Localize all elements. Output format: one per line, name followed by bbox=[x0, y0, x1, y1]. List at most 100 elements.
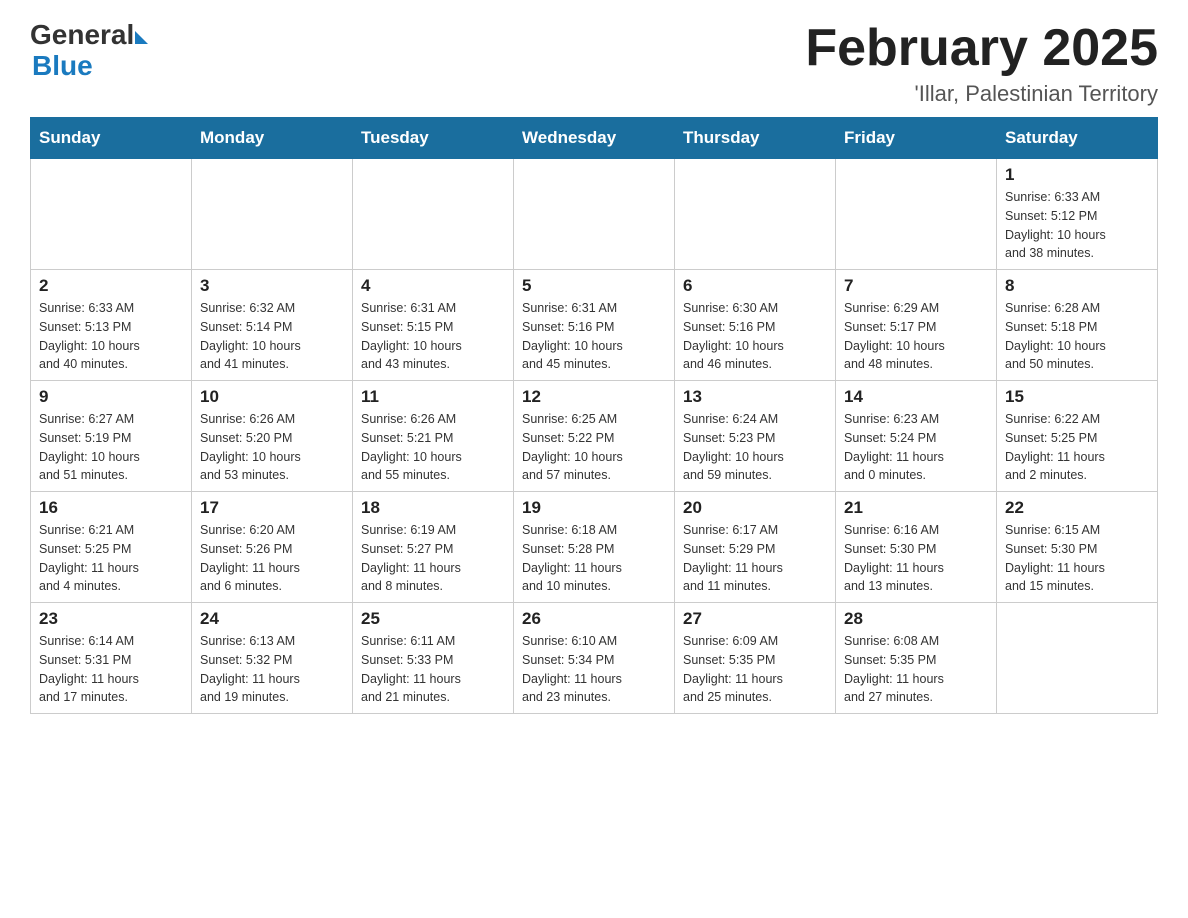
day-cell bbox=[31, 159, 192, 270]
day-cell: 8 Sunrise: 6:28 AM Sunset: 5:18 PM Daylig… bbox=[997, 270, 1158, 381]
weekday-header-row: SundayMondayTuesdayWednesdayThursdayFrid… bbox=[31, 118, 1158, 159]
day-number: 27 bbox=[683, 609, 827, 629]
day-number: 14 bbox=[844, 387, 988, 407]
day-cell bbox=[192, 159, 353, 270]
logo-general-text: General bbox=[30, 20, 134, 51]
day-cell: 28 Sunrise: 6:08 AM Sunset: 5:35 PM Dayli… bbox=[836, 603, 997, 714]
weekday-header-friday: Friday bbox=[836, 118, 997, 159]
calendar-subtitle: 'Illar, Palestinian Territory bbox=[805, 81, 1158, 107]
day-number: 23 bbox=[39, 609, 183, 629]
day-cell: 14Sunrise: 6:23 AM Sunset: 5:24 PM Dayli… bbox=[836, 381, 997, 492]
day-info: Sunrise: 6:16 AM Sunset: 5:30 PM Dayligh… bbox=[844, 521, 988, 596]
week-row-5: 23 Sunrise: 6:14 AM Sunset: 5:31 PM Dayli… bbox=[31, 603, 1158, 714]
day-info: Sunrise: 6:17 AM Sunset: 5:29 PM Dayligh… bbox=[683, 521, 827, 596]
day-number: 11 bbox=[361, 387, 505, 407]
day-number: 13 bbox=[683, 387, 827, 407]
day-cell: 4 Sunrise: 6:31 AM Sunset: 5:15 PM Daylig… bbox=[353, 270, 514, 381]
day-cell bbox=[675, 159, 836, 270]
day-cell: 17Sunrise: 6:20 AM Sunset: 5:26 PM Dayli… bbox=[192, 492, 353, 603]
day-info: Sunrise: 6:22 AM Sunset: 5:25 PM Dayligh… bbox=[1005, 410, 1149, 485]
day-info: Sunrise: 6:31 AM Sunset: 5:16 PM Dayligh… bbox=[522, 299, 666, 374]
weekday-header-saturday: Saturday bbox=[997, 118, 1158, 159]
day-cell: 11 Sunrise: 6:26 AM Sunset: 5:21 PM Dayli… bbox=[353, 381, 514, 492]
weekday-header-wednesday: Wednesday bbox=[514, 118, 675, 159]
day-number: 18 bbox=[361, 498, 505, 518]
day-cell: 2 Sunrise: 6:33 AM Sunset: 5:13 PM Daylig… bbox=[31, 270, 192, 381]
day-cell: 21 Sunrise: 6:16 AM Sunset: 5:30 PM Dayli… bbox=[836, 492, 997, 603]
day-number: 7 bbox=[844, 276, 988, 296]
day-info: Sunrise: 6:25 AM Sunset: 5:22 PM Dayligh… bbox=[522, 410, 666, 485]
day-cell: 22 Sunrise: 6:15 AM Sunset: 5:30 PM Dayli… bbox=[997, 492, 1158, 603]
day-info: Sunrise: 6:26 AM Sunset: 5:21 PM Dayligh… bbox=[361, 410, 505, 485]
day-number: 16 bbox=[39, 498, 183, 518]
logo-blue-text: Blue bbox=[32, 50, 93, 81]
week-row-1: 1 Sunrise: 6:33 AM Sunset: 5:12 PM Daylig… bbox=[31, 159, 1158, 270]
day-cell bbox=[997, 603, 1158, 714]
day-info: Sunrise: 6:15 AM Sunset: 5:30 PM Dayligh… bbox=[1005, 521, 1149, 596]
day-number: 17 bbox=[200, 498, 344, 518]
day-cell: 24 Sunrise: 6:13 AM Sunset: 5:32 PM Dayli… bbox=[192, 603, 353, 714]
day-number: 2 bbox=[39, 276, 183, 296]
day-info: Sunrise: 6:33 AM Sunset: 5:13 PM Dayligh… bbox=[39, 299, 183, 374]
day-number: 1 bbox=[1005, 165, 1149, 185]
day-cell bbox=[514, 159, 675, 270]
day-info: Sunrise: 6:27 AM Sunset: 5:19 PM Dayligh… bbox=[39, 410, 183, 485]
day-info: Sunrise: 6:10 AM Sunset: 5:34 PM Dayligh… bbox=[522, 632, 666, 707]
week-row-3: 9Sunrise: 6:27 AM Sunset: 5:19 PM Daylig… bbox=[31, 381, 1158, 492]
day-info: Sunrise: 6:32 AM Sunset: 5:14 PM Dayligh… bbox=[200, 299, 344, 374]
logo: General Blue bbox=[30, 20, 148, 82]
day-info: Sunrise: 6:28 AM Sunset: 5:18 PM Dayligh… bbox=[1005, 299, 1149, 374]
day-number: 3 bbox=[200, 276, 344, 296]
day-cell: 12 Sunrise: 6:25 AM Sunset: 5:22 PM Dayli… bbox=[514, 381, 675, 492]
day-info: Sunrise: 6:24 AM Sunset: 5:23 PM Dayligh… bbox=[683, 410, 827, 485]
day-cell: 10 Sunrise: 6:26 AM Sunset: 5:20 PM Dayli… bbox=[192, 381, 353, 492]
day-info: Sunrise: 6:11 AM Sunset: 5:33 PM Dayligh… bbox=[361, 632, 505, 707]
day-info: Sunrise: 6:08 AM Sunset: 5:35 PM Dayligh… bbox=[844, 632, 988, 707]
weekday-header-tuesday: Tuesday bbox=[353, 118, 514, 159]
day-info: Sunrise: 6:31 AM Sunset: 5:15 PM Dayligh… bbox=[361, 299, 505, 374]
day-cell: 7 Sunrise: 6:29 AM Sunset: 5:17 PM Daylig… bbox=[836, 270, 997, 381]
day-number: 15 bbox=[1005, 387, 1149, 407]
day-info: Sunrise: 6:26 AM Sunset: 5:20 PM Dayligh… bbox=[200, 410, 344, 485]
day-number: 24 bbox=[200, 609, 344, 629]
day-cell: 19Sunrise: 6:18 AM Sunset: 5:28 PM Dayli… bbox=[514, 492, 675, 603]
day-info: Sunrise: 6:13 AM Sunset: 5:32 PM Dayligh… bbox=[200, 632, 344, 707]
day-cell: 1 Sunrise: 6:33 AM Sunset: 5:12 PM Daylig… bbox=[997, 159, 1158, 270]
day-number: 10 bbox=[200, 387, 344, 407]
day-number: 4 bbox=[361, 276, 505, 296]
day-info: Sunrise: 6:30 AM Sunset: 5:16 PM Dayligh… bbox=[683, 299, 827, 374]
day-number: 12 bbox=[522, 387, 666, 407]
day-number: 28 bbox=[844, 609, 988, 629]
day-cell bbox=[353, 159, 514, 270]
day-cell: 25 Sunrise: 6:11 AM Sunset: 5:33 PM Dayli… bbox=[353, 603, 514, 714]
day-info: Sunrise: 6:29 AM Sunset: 5:17 PM Dayligh… bbox=[844, 299, 988, 374]
day-info: Sunrise: 6:14 AM Sunset: 5:31 PM Dayligh… bbox=[39, 632, 183, 707]
day-number: 25 bbox=[361, 609, 505, 629]
week-row-2: 2 Sunrise: 6:33 AM Sunset: 5:13 PM Daylig… bbox=[31, 270, 1158, 381]
day-cell: 20 Sunrise: 6:17 AM Sunset: 5:29 PM Dayli… bbox=[675, 492, 836, 603]
weekday-header-monday: Monday bbox=[192, 118, 353, 159]
weekday-header-sunday: Sunday bbox=[31, 118, 192, 159]
weekday-header-thursday: Thursday bbox=[675, 118, 836, 159]
day-number: 5 bbox=[522, 276, 666, 296]
day-number: 21 bbox=[844, 498, 988, 518]
day-number: 8 bbox=[1005, 276, 1149, 296]
day-cell: 23 Sunrise: 6:14 AM Sunset: 5:31 PM Dayli… bbox=[31, 603, 192, 714]
day-number: 20 bbox=[683, 498, 827, 518]
day-number: 26 bbox=[522, 609, 666, 629]
day-cell: 16 Sunrise: 6:21 AM Sunset: 5:25 PM Dayli… bbox=[31, 492, 192, 603]
day-cell: 26 Sunrise: 6:10 AM Sunset: 5:34 PM Dayli… bbox=[514, 603, 675, 714]
day-cell: 6Sunrise: 6:30 AM Sunset: 5:16 PM Daylig… bbox=[675, 270, 836, 381]
day-cell: 9Sunrise: 6:27 AM Sunset: 5:19 PM Daylig… bbox=[31, 381, 192, 492]
day-cell bbox=[836, 159, 997, 270]
day-info: Sunrise: 6:18 AM Sunset: 5:28 PM Dayligh… bbox=[522, 521, 666, 596]
day-cell: 27Sunrise: 6:09 AM Sunset: 5:35 PM Dayli… bbox=[675, 603, 836, 714]
logo-triangle-icon bbox=[135, 31, 148, 44]
day-info: Sunrise: 6:33 AM Sunset: 5:12 PM Dayligh… bbox=[1005, 188, 1149, 263]
page-header: General Blue February 2025 'Illar, Pales… bbox=[30, 20, 1158, 107]
title-area: February 2025 'Illar, Palestinian Territ… bbox=[805, 20, 1158, 107]
day-number: 22 bbox=[1005, 498, 1149, 518]
calendar-table: SundayMondayTuesdayWednesdayThursdayFrid… bbox=[30, 117, 1158, 714]
day-cell: 15 Sunrise: 6:22 AM Sunset: 5:25 PM Dayli… bbox=[997, 381, 1158, 492]
day-info: Sunrise: 6:21 AM Sunset: 5:25 PM Dayligh… bbox=[39, 521, 183, 596]
